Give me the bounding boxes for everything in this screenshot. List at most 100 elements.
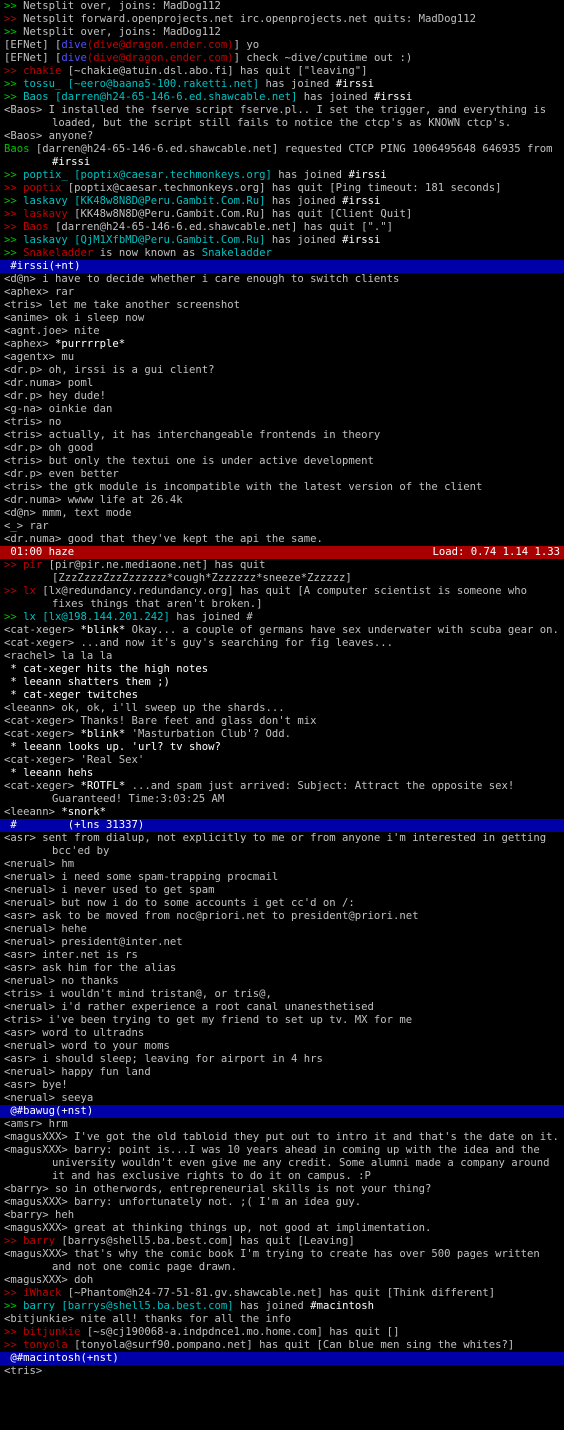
chat-text-segment: <Baos> I installed the fserve script fse… bbox=[4, 104, 553, 129]
chat-line: <barry> heh bbox=[4, 1209, 562, 1222]
chat-line: <nerual> word to your moms bbox=[4, 1040, 562, 1053]
chat-line: >> Netsplit over, joins: MadDog112 bbox=[4, 0, 562, 13]
chat-text-segment: Baos bbox=[23, 91, 56, 103]
chat-text-segment: poptix_ bbox=[23, 169, 75, 181]
chat-line: >> poptix [poptix@caesar.techmonkeys.org… bbox=[4, 182, 562, 195]
chat-text-segment: <dr.numa> wwww life at 26.4k bbox=[4, 494, 183, 506]
chat-text-segment: *ROTFL* bbox=[80, 780, 126, 792]
chat-text-segment: <rachel> la la la bbox=[4, 650, 113, 662]
chat-text-segment: <dr.p> oh good bbox=[4, 442, 94, 454]
chat-text-segment: <tris> i've been trying to get my friend… bbox=[4, 1014, 413, 1026]
chat-text-segment: [QjM1XfbMD@Peru.Gambit.Com.Ru] bbox=[74, 234, 272, 246]
chat-text-segment: [~eero@baana5-100.raketti.net] bbox=[67, 78, 266, 90]
chat-line: [EFNet] [dive(dive@dragon.ender.com)] yo bbox=[4, 39, 562, 52]
chat-text-segment: (dive@dragon.ender.com) bbox=[86, 39, 234, 51]
chat-text-segment: Snakeladder bbox=[201, 247, 272, 259]
chat-text-segment: >> bbox=[4, 1326, 24, 1338]
status-channel-label: #irssi(+nt) bbox=[4, 260, 81, 272]
chat-text-segment: <leeann> ok, ok, i'll sweep up the shard… bbox=[4, 702, 285, 714]
chat-line: <nerual> seeya bbox=[4, 1092, 562, 1105]
chat-line: <agentx> mu bbox=[4, 351, 562, 364]
chat-line: <anime> ok i sleep now bbox=[4, 312, 562, 325]
chat-line: * leeann shatters them ;) bbox=[4, 676, 562, 689]
chat-text-segment: <tris> the gtk module is incompatible wi… bbox=[4, 481, 483, 493]
chat-text-segment: <asr> inter.net is rs bbox=[4, 949, 138, 961]
chat-line: <nerual> i'd rather experience a root ca… bbox=[4, 1001, 562, 1014]
chat-line: <dr.numa> poml bbox=[4, 377, 562, 390]
chat-text-segment: * cat-xeger twitches bbox=[4, 689, 138, 701]
chat-text-segment: <aphex> rar bbox=[4, 286, 75, 298]
chat-line: <magusXXX> doh bbox=[4, 1274, 562, 1287]
chat-line: <g-na> oinkie dan bbox=[4, 403, 562, 416]
chat-line: * leeann hehs bbox=[4, 767, 562, 780]
chat-line: <magusXXX> great at thinking things up, … bbox=[4, 1222, 562, 1235]
chat-line: <rachel> la la la bbox=[4, 650, 562, 663]
chat-text-segment: Netsplit forward.openprojects.net irc.op… bbox=[23, 13, 476, 25]
window-status-bar: #irssi(+nt) bbox=[0, 260, 564, 273]
chat-text-segment: <cat-xeger> ...and now it's guy's search… bbox=[4, 637, 394, 649]
chat-text-segment: [EFNet] [ bbox=[4, 39, 62, 51]
window-status-bar: # (+lns 31337) bbox=[0, 819, 564, 832]
chat-text-segment: <Baos> anyone? bbox=[4, 130, 94, 142]
chat-text-segment: <nerual> no thanks bbox=[4, 975, 119, 987]
chat-text-segment: [barrys@shell5.ba.best.com] has quit [Le… bbox=[61, 1235, 355, 1247]
chat-text-segment: [EFNet] [ bbox=[4, 52, 62, 64]
chat-line: <magusXXX> barry: unfortunately not. ;( … bbox=[4, 1196, 562, 1209]
chat-text-segment: <dr.p> hey dude! bbox=[4, 390, 107, 402]
chat-text-segment: lx bbox=[23, 611, 43, 623]
chat-text-segment: pir bbox=[23, 559, 49, 571]
chat-line: <nerual> i never used to get spam bbox=[4, 884, 562, 897]
chat-text-segment: Okay... a couple of germans have sex und… bbox=[125, 624, 559, 636]
chat-line: <nerual> hehe bbox=[4, 923, 562, 936]
chat-text-segment: >> bbox=[4, 1235, 24, 1247]
chat-text-segment: Baos bbox=[23, 221, 56, 233]
chat-text-segment: [~s@cj190068-a.indpdnce1.mo.home.com] ha… bbox=[86, 1326, 400, 1338]
chat-line: <agnt.joe> nite bbox=[4, 325, 562, 338]
chat-line: >> barry [barrys@shell5.ba.best.com] has… bbox=[4, 1300, 562, 1313]
chat-line: <cat-xeger> *blink* Okay... a couple of … bbox=[4, 624, 562, 637]
chat-text-segment: Netsplit over, joins: MadDog112 bbox=[23, 0, 221, 12]
chat-text-segment: >> bbox=[4, 559, 24, 571]
chat-text-segment: >> bbox=[4, 208, 24, 220]
terminal-window[interactable]: >> Netsplit over, joins: MadDog112 >> Net… bbox=[0, 0, 564, 1378]
chat-text-segment: tonyola bbox=[23, 1339, 75, 1351]
chat-line: <dr.p> even better bbox=[4, 468, 562, 481]
chat-text-segment: <barry> heh bbox=[4, 1209, 75, 1221]
chat-text-segment: <aphex> bbox=[4, 338, 56, 350]
chat-line: <amsr> hrm bbox=[4, 1118, 562, 1131]
chat-line: >> lx [lx@redundancy.redundancy.org] has… bbox=[4, 585, 562, 611]
chat-line: <asr> word to ultradns bbox=[4, 1027, 562, 1040]
chat-line: <tris> but only the textui one is under … bbox=[4, 455, 562, 468]
chat-text-segment: barry bbox=[23, 1235, 62, 1247]
chat-text-segment: 'Masturbation Club'? Odd. bbox=[125, 728, 292, 740]
chat-text-segment: <asr> ask to be moved from noc@priori.ne… bbox=[4, 910, 419, 922]
chat-text-segment: #irssi bbox=[335, 78, 374, 90]
chat-text-segment: [tonyola@surf90.pompano.net] has quit [C… bbox=[74, 1339, 515, 1351]
chat-text-segment: *purrrrple* bbox=[55, 338, 126, 350]
chat-text-segment: <nerual> president@inter.net bbox=[4, 936, 183, 948]
chat-line: Baos [darren@h24-65-146-6.ed.shawcable.n… bbox=[4, 143, 562, 169]
chat-text-segment: <dr.numa> poml bbox=[4, 377, 94, 389]
chat-text-segment: <cat-xeger> bbox=[4, 728, 81, 740]
chat-line: >> barry [barrys@shell5.ba.best.com] has… bbox=[4, 1235, 562, 1248]
chat-line: <dr.p> oh, irssi is a gui client? bbox=[4, 364, 562, 377]
chat-line: <leeann> ok, ok, i'll sweep up the shard… bbox=[4, 702, 562, 715]
chat-line: <cat-xeger> *blink* 'Masturbation Club'?… bbox=[4, 728, 562, 741]
chat-text-segment: has joined bbox=[271, 234, 343, 246]
chat-line: <_> rar bbox=[4, 520, 562, 533]
chat-text-segment: <tris> i wouldn't mind tristan@, or tris… bbox=[4, 988, 272, 1000]
chat-line: <asr> i should sleep; leaving for airpor… bbox=[4, 1053, 562, 1066]
chat-text-segment: dive bbox=[61, 39, 87, 51]
chat-text-segment: *snork* bbox=[61, 806, 107, 818]
chat-text-segment: <cat-xeger> 'Real Sex' bbox=[4, 754, 145, 766]
chat-text-segment: <magusXXX> that's why the comic book I'm… bbox=[4, 1248, 547, 1273]
chat-text-segment: has joined bbox=[303, 91, 374, 103]
chat-line: <dr.numa> good that they've kept the api… bbox=[4, 533, 562, 546]
chat-text-segment: has joined bbox=[265, 78, 336, 90]
chat-text-segment: <barry> so in otherwords, entrepreneuria… bbox=[4, 1183, 432, 1195]
chat-line: <asr> ask to be moved from noc@priori.ne… bbox=[4, 910, 562, 923]
chat-line: <dr.numa> wwww life at 26.4k bbox=[4, 494, 562, 507]
chat-text-segment: >> bbox=[4, 78, 24, 90]
chat-text-segment: [darren@h24-65-146-6.ed.shawcable.net] h… bbox=[55, 221, 394, 233]
chat-line: <magusXXX> barry: point is...I was 10 ye… bbox=[4, 1144, 562, 1183]
